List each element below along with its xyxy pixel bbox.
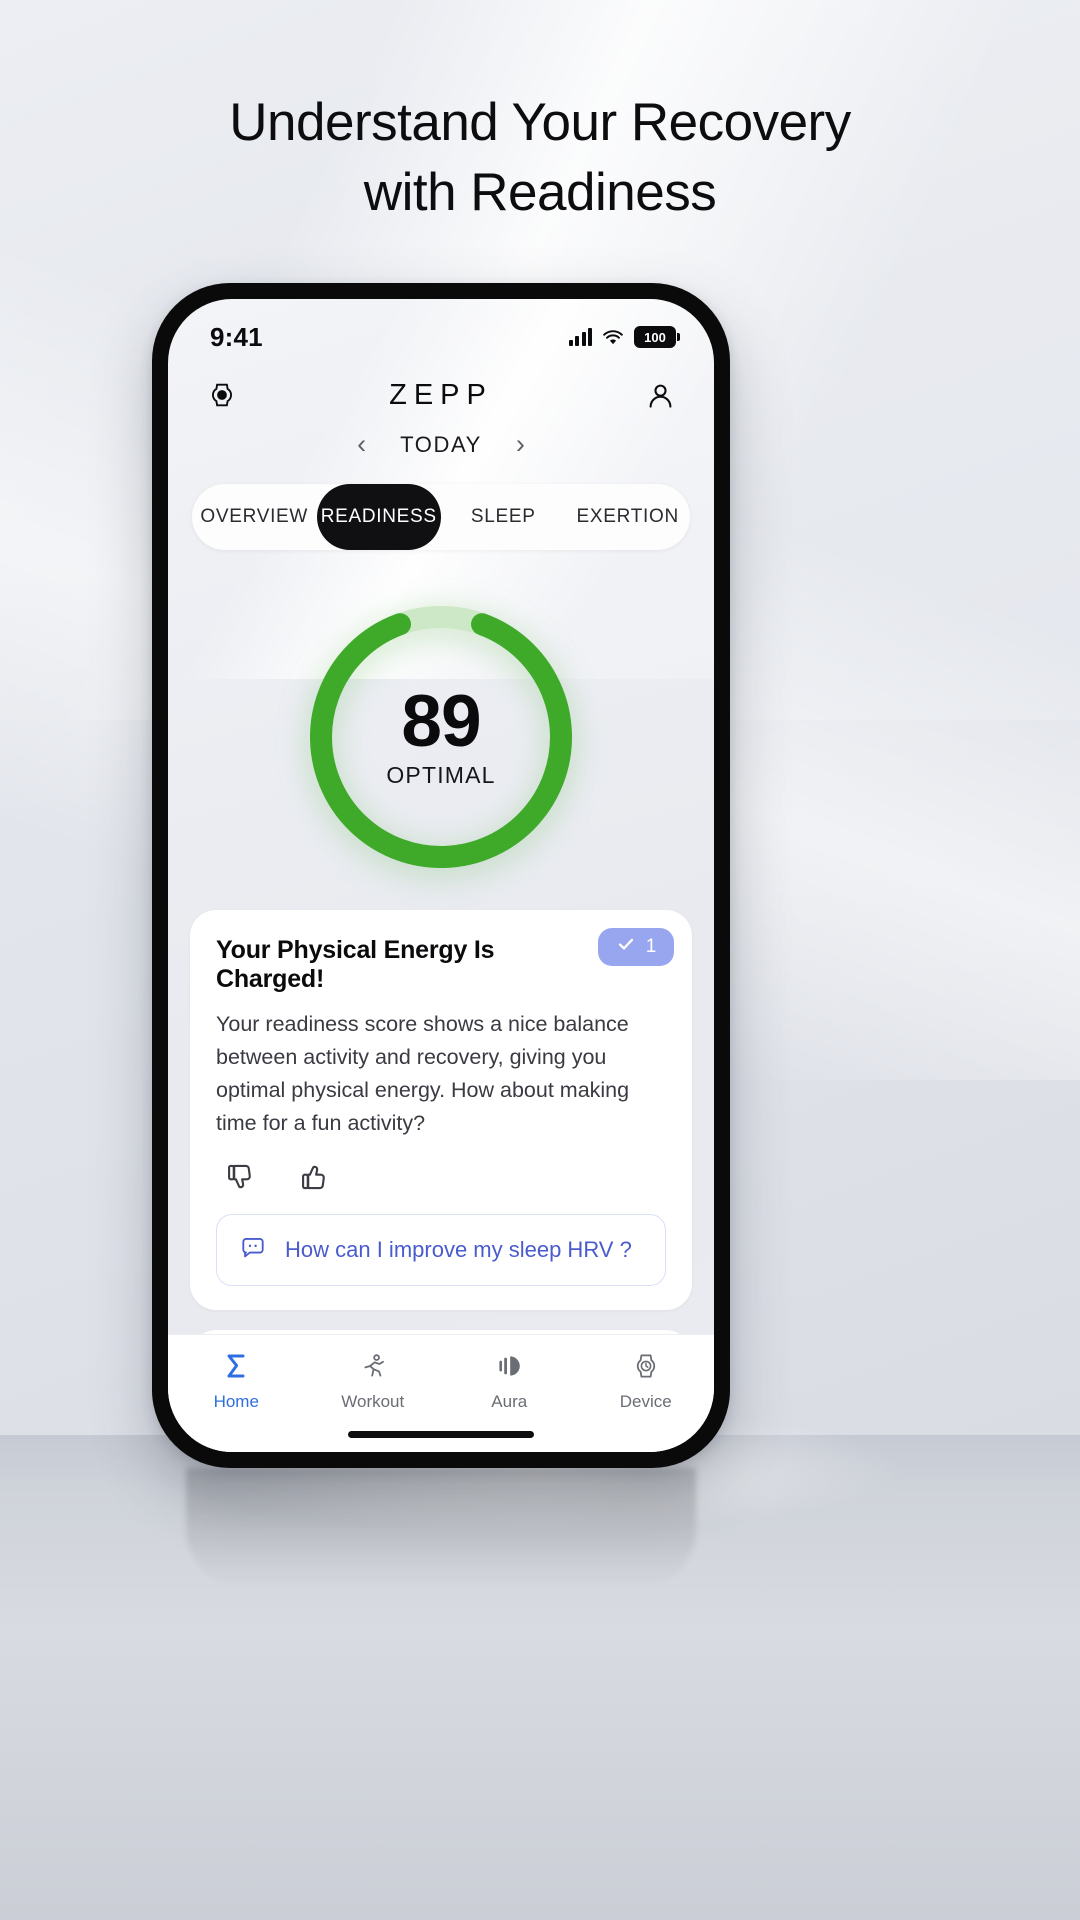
workout-icon (358, 1347, 388, 1385)
nav-item-home[interactable]: Home (168, 1347, 305, 1412)
nav-label-aura: Aura (491, 1392, 528, 1411)
battery-icon: 100 (634, 326, 680, 348)
app-header: ZEPP (168, 361, 714, 415)
chevron-right-icon[interactable]: › (516, 431, 525, 458)
readiness-ring[interactable]: 89 OPTIMAL (301, 597, 581, 877)
device-watch-icon (631, 1347, 661, 1385)
readiness-state: OPTIMAL (386, 762, 496, 788)
tab-overview[interactable]: OVERVIEW (192, 484, 317, 550)
home-indicator (348, 1431, 534, 1438)
feedback-row (216, 1160, 666, 1194)
metric-tabs: OVERVIEW READINESS SLEEP EXERTION (192, 484, 690, 550)
phone-screen: 9:41 100 ZEPP ‹ TODAY › OVERVIEW READINE… (168, 299, 714, 1452)
chevron-left-icon[interactable]: ‹ (357, 431, 366, 458)
profile-icon[interactable] (640, 375, 680, 415)
watch-icon[interactable] (202, 375, 242, 415)
aura-icon (494, 1347, 524, 1385)
nav-label-device: Device (619, 1392, 672, 1411)
suggested-prompt-text: How can I improve my sleep HRV ? (285, 1237, 632, 1262)
thumbs-down-icon[interactable] (224, 1160, 258, 1194)
insight-body: Your readiness score shows a nice balanc… (216, 1012, 630, 1135)
status-bar-time: 9:41 (210, 321, 263, 352)
nav-label-workout: Workout (341, 1392, 405, 1411)
readiness-ring-section: 89 OPTIMAL (168, 584, 714, 890)
thumbs-up-icon[interactable] (298, 1160, 332, 1194)
battery-percent: 100 (644, 329, 666, 345)
promo-headline-line-2: with Readiness (363, 163, 717, 222)
nav-item-workout[interactable]: Workout (305, 1347, 442, 1412)
zepp-wordmark: ZEPP (389, 378, 493, 411)
phone-mockup: 9:41 100 ZEPP ‹ TODAY › OVERVIEW READINE… (152, 283, 730, 1468)
nav-item-aura[interactable]: Aura (441, 1347, 578, 1412)
insight-card: 1 Your Physical Energy Is Charged! Your … (190, 910, 692, 1310)
date-navigator: ‹ TODAY › (168, 431, 714, 458)
tab-sleep[interactable]: SLEEP (441, 484, 566, 550)
promo-headline-line-1: Understand Your Recovery (229, 93, 851, 152)
phone-reflection (186, 1468, 696, 1588)
date-label: TODAY (400, 431, 482, 457)
status-bar: 9:41 100 (168, 299, 714, 361)
tab-exertion[interactable]: EXERTION (566, 484, 691, 550)
nav-item-device[interactable]: Device (578, 1347, 715, 1412)
chat-bubble-icon (239, 1234, 267, 1267)
wifi-icon (602, 329, 624, 346)
sigma-home-icon (221, 1347, 251, 1385)
check-icon (616, 934, 636, 960)
status-bar-icons: 100 (568, 326, 680, 348)
readiness-ring-center: 89 OPTIMAL (301, 597, 581, 877)
nav-label-home: Home (213, 1392, 259, 1411)
promo-headline: Understand Your Recovery with Readiness (0, 88, 1080, 228)
insight-badge-count: 1 (645, 936, 657, 957)
cellular-signal-icon (568, 328, 592, 346)
insight-badge[interactable]: 1 (598, 928, 674, 966)
readiness-score: 89 (401, 681, 481, 762)
tab-readiness[interactable]: READINESS (316, 484, 441, 550)
suggested-prompt[interactable]: How can I improve my sleep HRV ? (216, 1214, 666, 1286)
